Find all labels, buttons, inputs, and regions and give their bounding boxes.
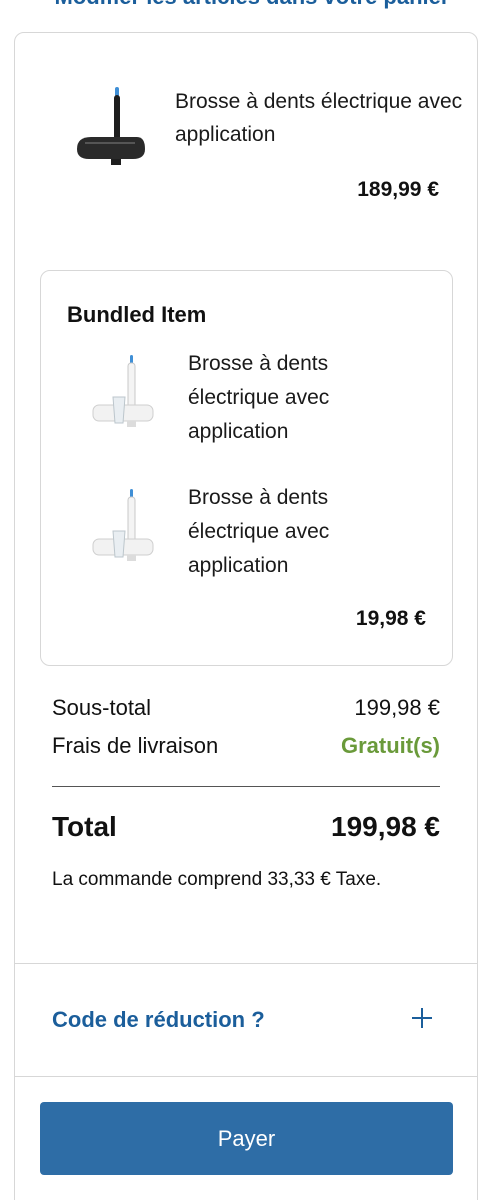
product-image-white-toothbrush <box>92 489 154 561</box>
total-value: 199,98 € <box>331 811 440 842</box>
bundle-price: 19,98 € <box>355 607 426 630</box>
shipping-row: Frais de livraison Gratuit(s) <box>52 733 440 765</box>
subtotal-value: 199,98 € <box>354 695 440 720</box>
tax-note: La commande comprend 33,33 € Taxe. <box>52 869 382 890</box>
subtotal-row: Sous-total 199,98 € <box>52 695 440 727</box>
summary-divider <box>52 786 440 787</box>
order-summary-card: Brosse à dents électrique avec applicati… <box>14 32 478 1200</box>
product-title: Brosse à dents électrique avec applicati… <box>175 90 463 146</box>
cart-item-main: Brosse à dents électrique avec applicati… <box>15 33 477 253</box>
bundle-item-title: Brosse à dents électrique avec applicati… <box>188 486 330 577</box>
bundle-title: Bundled Item <box>67 302 207 327</box>
shipping-value: Gratuit(s) <box>341 733 440 758</box>
edit-cart-link[interactable]: Modifier les articles dans votre panier <box>0 0 504 10</box>
bundle-item: Brosse à dents électrique avec applicati… <box>41 347 452 457</box>
bundle-item-title: Brosse à dents électrique avec applicati… <box>188 352 330 443</box>
total-label: Total <box>52 811 117 842</box>
total-row: Total 199,98 € <box>52 811 440 851</box>
discount-code-label: Code de réduction ? <box>52 1007 265 1032</box>
product-price: 189,99 € <box>357 178 439 201</box>
product-image-white-toothbrush <box>92 355 154 427</box>
product-image-dark-toothbrush <box>77 87 145 165</box>
bundle-box: Bundled Item Brosse à dents électrique a… <box>40 270 453 666</box>
bundle-item: Brosse à dents électrique avec applicati… <box>41 481 452 591</box>
discount-code-toggle[interactable]: Code de réduction ? <box>15 964 477 1076</box>
section-divider <box>15 1076 477 1077</box>
shipping-label: Frais de livraison <box>52 733 219 758</box>
subtotal-label: Sous-total <box>52 695 152 720</box>
plus-icon[interactable] <box>411 1007 433 1029</box>
pay-button[interactable]: Payer <box>40 1102 453 1175</box>
